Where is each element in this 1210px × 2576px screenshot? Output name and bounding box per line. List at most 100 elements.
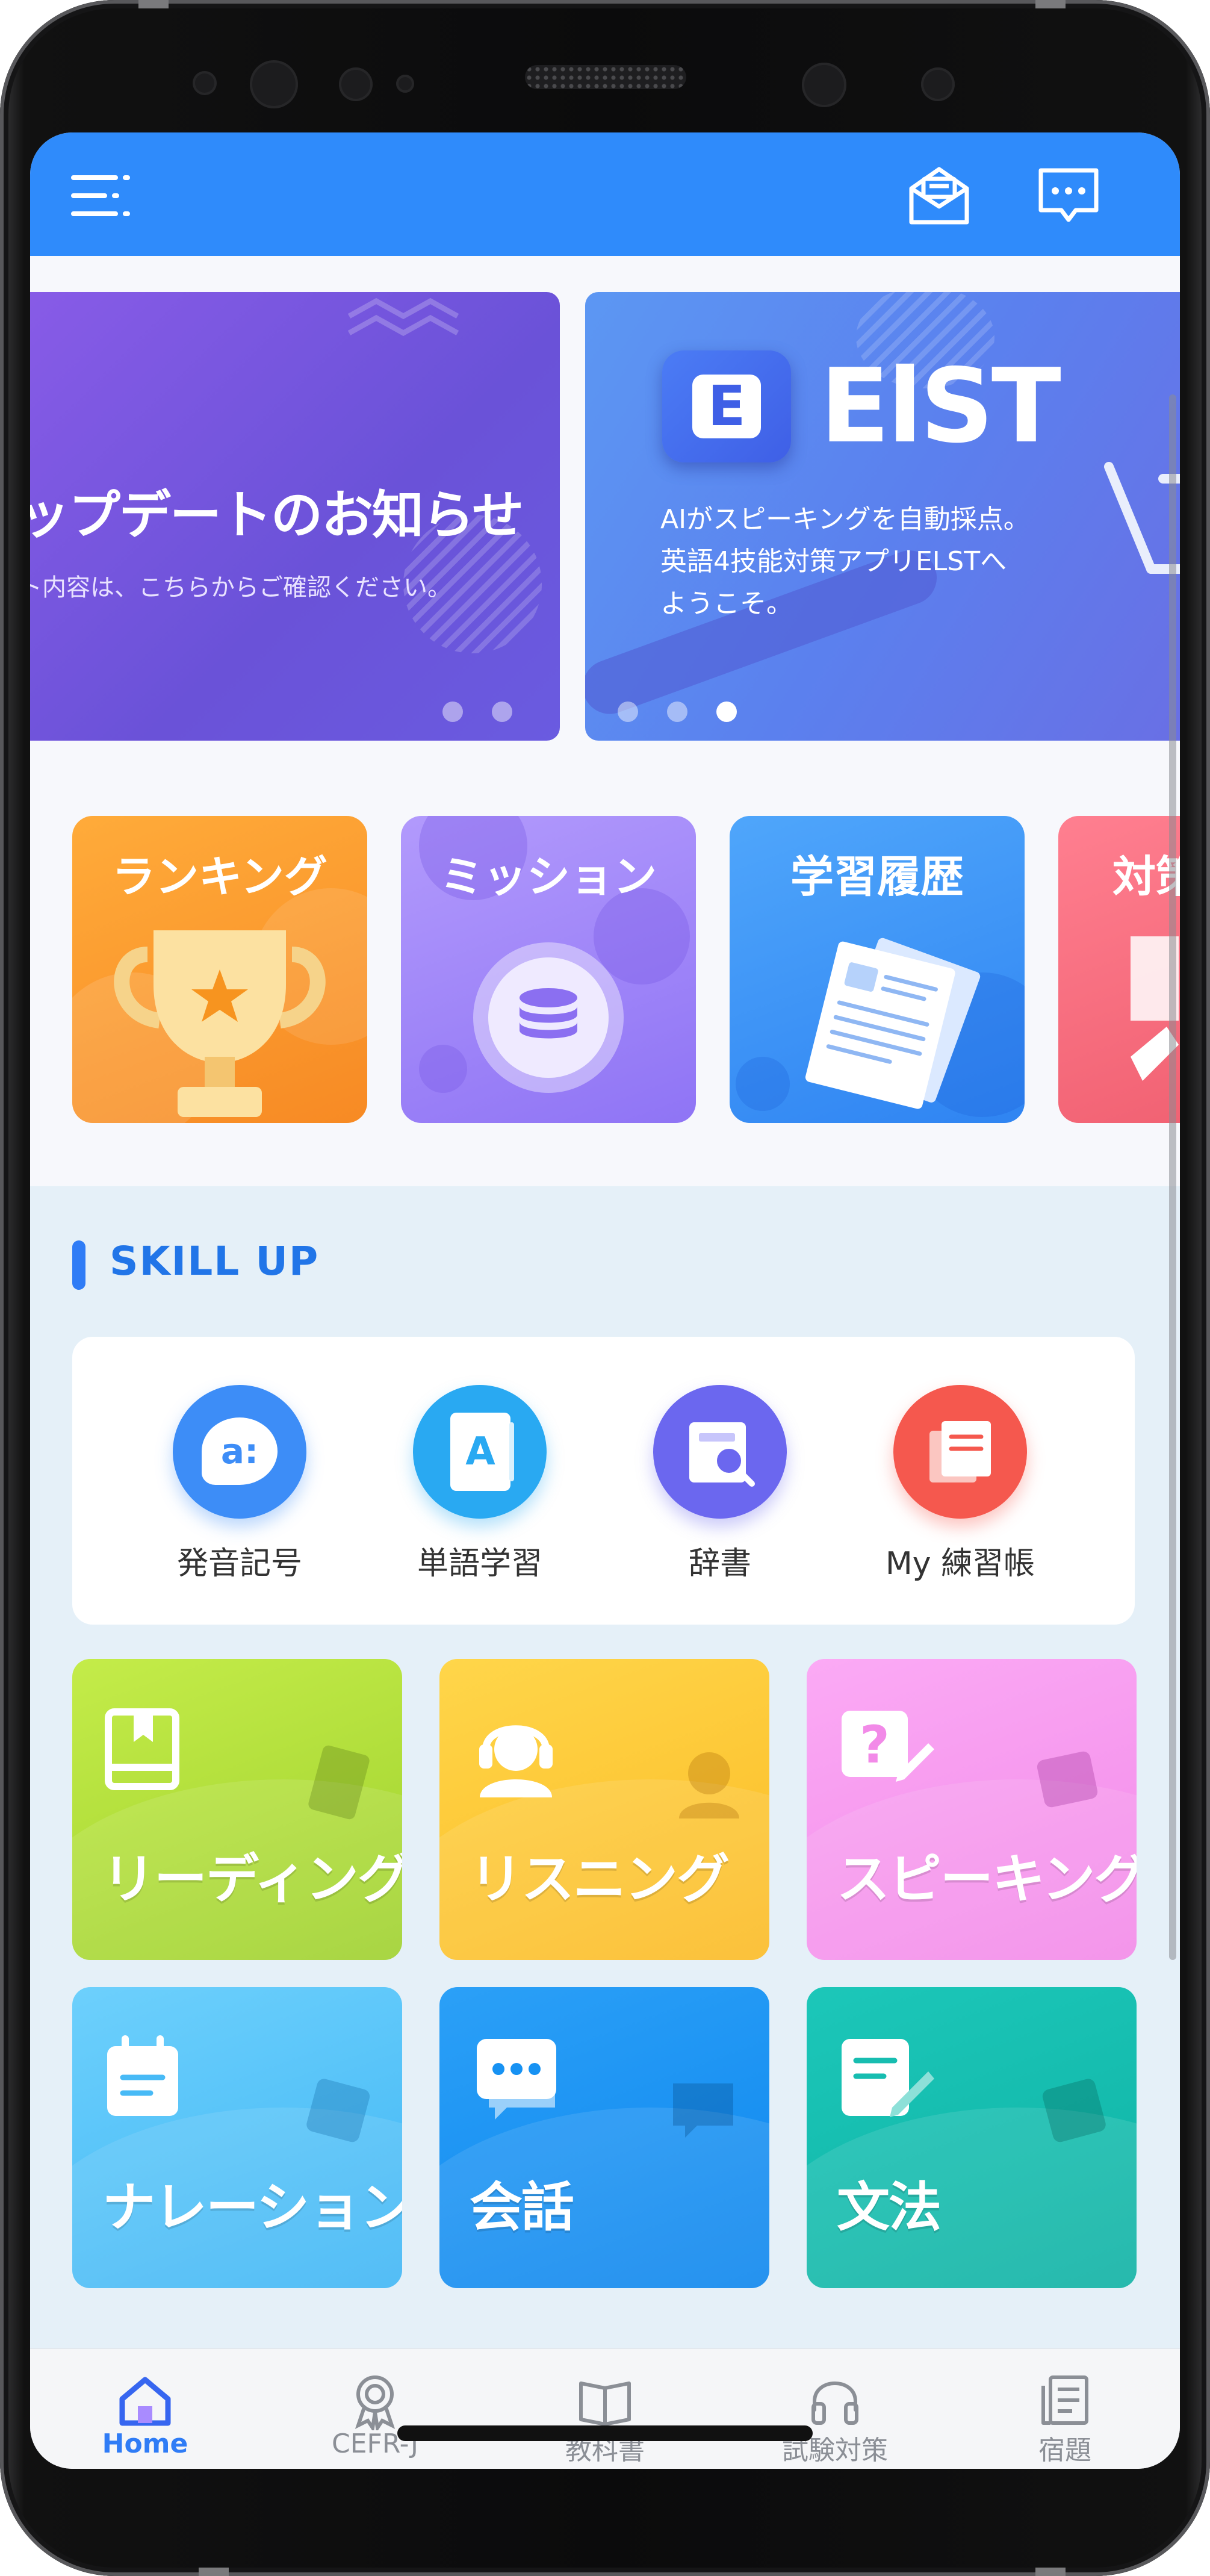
learning-history-card[interactable]: 学習履歴 [730, 816, 1025, 1123]
app-screen: ップデートのお知らせ ト内容は、こちらからご確認ください。 E ElST AIが… [30, 132, 1180, 2469]
nav-textbook[interactable]: 教科書 [490, 2349, 720, 2469]
book-ghost-icon [308, 1745, 370, 1820]
menu-icon[interactable] [66, 160, 138, 232]
dictionary-tool[interactable]: 辞書 [630, 1385, 810, 1583]
narration-tile[interactable]: ナレーション [72, 1987, 402, 2288]
home-indicator[interactable] [397, 2425, 813, 2441]
nav-cefr[interactable]: CEFR-J [260, 2349, 490, 2469]
pager-dots [442, 702, 512, 722]
home-content: ップデートのお知らせ ト内容は、こちらからご確認ください。 E ElST AIが… [30, 256, 1180, 2348]
home-icon [119, 2377, 171, 2426]
trophy-icon [114, 930, 326, 1117]
scrollbar[interactable] [1169, 394, 1176, 1960]
grammar-label: 文法 [837, 2176, 942, 2238]
section-accent-bar [72, 1240, 85, 1290]
bottom-navigation: Home CEFR-J 教科書 試験対策 宿題 [30, 2348, 1180, 2469]
listening-tile[interactable]: リスニング [439, 1659, 769, 1960]
nav-home[interactable]: Home [30, 2349, 260, 2469]
book-icon [105, 1708, 179, 1790]
speech-ghost-icon [1037, 1751, 1098, 1808]
award-icon [355, 2375, 396, 2430]
sensor-dot [193, 71, 217, 95]
pager-dot[interactable] [667, 702, 687, 722]
open-book-icon [579, 2382, 631, 2426]
earpiece-speaker [525, 65, 686, 89]
reading-label: リーディング [102, 1848, 402, 1910]
dictionary-icon [653, 1385, 787, 1519]
sensor-dot [339, 67, 373, 101]
phonetic-label: 発音記号 [176, 1546, 302, 1582]
coin-stack-icon [473, 942, 624, 1093]
edit-doc-icon [842, 2039, 934, 2117]
homework-icon [1041, 2375, 1088, 2425]
banner-title: ップデートのお知らせ [30, 485, 524, 546]
side-button-bottom-right [1035, 2568, 1066, 2576]
laptop-illustration-icon [1104, 462, 1180, 574]
pager-dot[interactable] [442, 702, 463, 722]
narration-label: ナレーション [102, 2176, 402, 2238]
chevron-decoration-icon [347, 297, 459, 337]
phonetic-icon: a: [173, 1385, 306, 1519]
mission-label: ミッション [439, 851, 657, 902]
conversation-label: 会話 [470, 2176, 574, 2238]
update-notice-banner[interactable]: ップデートのお知らせ ト内容は、こちらからご確認ください。 [30, 292, 560, 741]
nav-home-label: Home [102, 2428, 188, 2459]
document-icon [805, 938, 981, 1109]
nav-exam-prep[interactable]: 試験対策 [720, 2349, 950, 2469]
sensor-dot [921, 67, 955, 101]
headphones-icon [811, 2382, 858, 2425]
banner-subtitle: ト内容は、こちらからご確認ください。 [30, 574, 451, 602]
top-section: ップデートのお知らせ ト内容は、こちらからご確認ください。 E ElST AIが… [30, 256, 1180, 1186]
side-button-top [138, 0, 169, 8]
my-notebook-tool[interactable]: My 練習帳 [870, 1385, 1050, 1583]
ranking-label: ランキング [112, 851, 327, 902]
mail-icon[interactable] [903, 160, 975, 232]
sensor-dot [396, 75, 414, 93]
chat-ghost-icon [673, 2083, 733, 2138]
pager-dots [618, 702, 737, 722]
message-icon[interactable] [1032, 160, 1105, 232]
exam-prep-card[interactable]: 対策 [1058, 816, 1180, 1123]
pager-dot[interactable] [492, 702, 512, 722]
mission-card[interactable]: ミッション [401, 816, 696, 1123]
word-study-tool[interactable]: A 単語学習 [389, 1385, 570, 1583]
phonetic-tool[interactable]: a: 発音記号 [149, 1385, 330, 1583]
skill-tools-panel: a: 発音記号 A 単語学習 辞書 My 練習帳 [72, 1337, 1135, 1625]
speech-question-icon: ? [842, 1711, 934, 1782]
ranking-card[interactable]: ランキング [72, 816, 367, 1123]
my-notebook-label: My 練習帳 [885, 1546, 1035, 1582]
banner-description: AIがスピーキングを自動採点。 英語4技能対策アプリELSTへ ようこそ。 [660, 504, 1030, 619]
nav-homework-label: 宿題 [1038, 2435, 1091, 2466]
app-bar [30, 132, 1180, 256]
edit-ghost-icon [1042, 2079, 1106, 2142]
headset-ghost-icon [679, 1752, 739, 1818]
svg-text:?: ? [860, 1715, 890, 1775]
reading-tile[interactable]: リーディング [72, 1659, 402, 1960]
speaking-tile[interactable]: ? スピーキング [807, 1659, 1137, 1960]
side-button-bottom-left [199, 2568, 229, 2576]
dictionary-label: 辞書 [688, 1546, 751, 1582]
phone-frame: ップデートのお知らせ ト内容は、こちらからご確認ください。 E ElST AIが… [0, 0, 1210, 2576]
elst-logo-icon: E [662, 350, 791, 462]
listening-label: リスニング [470, 1848, 730, 1910]
conversation-tile[interactable]: 会話 [439, 1987, 769, 2288]
iris-camera [802, 63, 846, 107]
skill-up-section: SKILL UP a: 発音記号 A 単語学習 辞書 My 練習帳 リーディング… [30, 1186, 1180, 2348]
nav-homework[interactable]: 宿題 [950, 2349, 1180, 2469]
pager-dot-active[interactable] [716, 702, 737, 722]
side-button-right [1035, 0, 1066, 8]
calendar-note-icon [107, 2035, 178, 2116]
calendar-ghost-icon [306, 2079, 370, 2142]
word-book-icon: A [413, 1385, 547, 1519]
pager-dot[interactable] [618, 702, 638, 722]
elst-logo-text: ElST [820, 347, 1061, 466]
grammar-tile[interactable]: 文法 [807, 1987, 1137, 2288]
learning-history-label: 学習履歴 [790, 851, 964, 902]
skill-up-title: SKILL UP [110, 1238, 320, 1284]
front-camera [250, 60, 298, 108]
word-study-label: 単語学習 [417, 1546, 542, 1582]
headset-icon [479, 1725, 553, 1797]
speaking-label: スピーキング [837, 1848, 1137, 1910]
chat-bubble-icon [477, 2039, 556, 2120]
elst-welcome-banner[interactable]: E ElST AIがスピーキングを自動採点。 英語4技能対策アプリELSTへ よ… [585, 292, 1180, 741]
